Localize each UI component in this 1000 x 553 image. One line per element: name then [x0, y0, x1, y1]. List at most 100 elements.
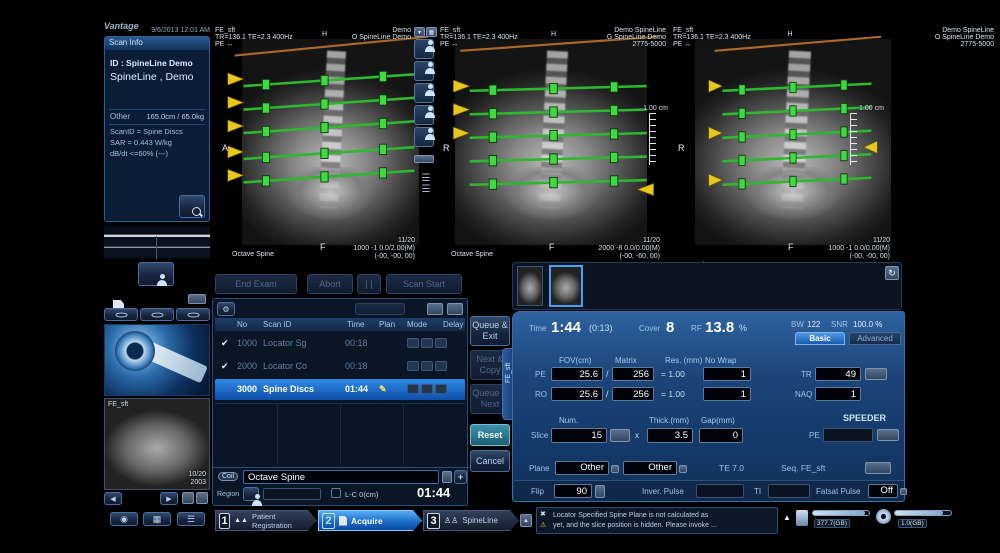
- pe-nowrap-field[interactable]: [703, 367, 751, 381]
- tr-field[interactable]: [815, 367, 861, 381]
- coil-option-2-button[interactable]: [140, 308, 174, 321]
- utility-button[interactable]: ☰: [177, 512, 205, 526]
- region-body-button[interactable]: [243, 487, 259, 501]
- ro-matrix-field[interactable]: [612, 387, 654, 401]
- anatomy-spine-button[interactable]: [414, 83, 434, 103]
- viewport-1[interactable]: FE_sft TR=136.1 TE=2.3 400Hz PE ↔ H Demo…: [212, 25, 437, 260]
- lc-checkbox[interactable]: [331, 488, 341, 498]
- row-scan-id: Locator Sg: [263, 338, 307, 348]
- gap-field[interactable]: [699, 428, 743, 443]
- slice-field[interactable]: [551, 428, 607, 443]
- pe-fov-field[interactable]: [551, 367, 603, 381]
- queue-row-2[interactable]: ✔ 2000 Locator Co 00:18: [215, 356, 465, 377]
- power-button[interactable]: ◉: [110, 512, 138, 526]
- queue-option-button[interactable]: [355, 303, 405, 315]
- slice-overlay[interactable]: [695, 25, 891, 260]
- naq-field[interactable]: [815, 387, 861, 401]
- up-arrow-icon: ▲: [523, 517, 529, 524]
- scan-info-panel: Scan Info ID : SpineLine Demo SpineLine …: [104, 36, 210, 313]
- plane2-dropdown-button[interactable]: [679, 465, 687, 473]
- slice-overlay[interactable]: [437, 25, 670, 260]
- queue-small-2-button[interactable]: [447, 303, 463, 315]
- alert-up-icon[interactable]: ▲: [783, 513, 791, 522]
- queue-exit-button[interactable]: Queue & Exit: [470, 316, 510, 346]
- ro-fov-field[interactable]: [551, 387, 603, 401]
- collapse-chip[interactable]: [188, 294, 206, 304]
- exam-mini-table: [104, 226, 210, 260]
- tab-basic[interactable]: Basic: [795, 332, 845, 345]
- queue-row-1[interactable]: ✔ 1000 Locator Sg 00:18: [215, 333, 465, 354]
- zoom-search-button[interactable]: [179, 195, 205, 218]
- thick-field[interactable]: [647, 428, 693, 443]
- ro-nowrap-field[interactable]: [703, 387, 751, 401]
- slice-option-button[interactable]: [610, 429, 630, 442]
- speeder-pe-select[interactable]: [823, 428, 873, 442]
- warning-icon: ⚠: [540, 522, 547, 529]
- patient-position-button[interactable]: [138, 262, 174, 286]
- strip-thumb-1[interactable]: [517, 266, 543, 306]
- fatsat-select[interactable]: Off: [868, 484, 898, 498]
- tab-expand-button[interactable]: ▲: [520, 514, 532, 527]
- inver-pulse-field[interactable]: [696, 484, 744, 498]
- flip-stepper[interactable]: [595, 485, 605, 498]
- tab-advanced[interactable]: Advanced: [849, 332, 901, 345]
- view-mode-2-button[interactable]: [196, 492, 208, 504]
- fatsat-dropdown-button[interactable]: [900, 488, 907, 495]
- scan-start-button[interactable]: Scan Start: [386, 274, 462, 294]
- viewport-2[interactable]: FE_sft TR=136.1 TE=2.3 400Hz PE ↔ H Demo…: [437, 25, 670, 260]
- coil-option-1-button[interactable]: [104, 308, 138, 321]
- queue-row-3-selected[interactable]: 3000 Spine Discs 01:44 ✎: [215, 379, 465, 400]
- scan-info-title: Scan Info: [105, 37, 209, 50]
- prev-image-button[interactable]: ◀: [104, 492, 122, 505]
- coil-name-input[interactable]: [243, 470, 439, 484]
- toolbar-grid-button[interactable]: ▦: [426, 27, 437, 37]
- coil-option-3-button[interactable]: [176, 308, 210, 321]
- close-icon[interactable]: ✖: [540, 510, 546, 518]
- vp-counter: 11/20: [643, 237, 660, 244]
- tab2-number: 2: [322, 513, 335, 529]
- seq-option-button[interactable]: [865, 462, 891, 474]
- tab-acquire[interactable]: 2 Acquire: [318, 510, 422, 531]
- slash: /: [606, 369, 609, 379]
- view-mode-1-button[interactable]: [182, 492, 194, 504]
- speeder-option-button[interactable]: [877, 429, 899, 441]
- anatomy-pelvis-button[interactable]: [414, 127, 434, 147]
- toolbar-more-button[interactable]: [414, 155, 434, 163]
- plane1-dropdown-button[interactable]: [611, 465, 619, 473]
- refresh-button[interactable]: ↻: [885, 266, 899, 280]
- plane1-select[interactable]: Other: [555, 461, 609, 475]
- strip-thumb-2-selected[interactable]: [549, 265, 583, 307]
- tab1-label: Patient Registration: [251, 511, 292, 530]
- slice-overlay[interactable]: [212, 25, 437, 260]
- abort-button[interactable]: Abort: [307, 274, 353, 294]
- anatomy-lumbar-button[interactable]: [414, 105, 434, 125]
- end-exam-button[interactable]: End Exam: [215, 274, 297, 294]
- queue-small-1-button[interactable]: [427, 303, 443, 315]
- series-thumbnail[interactable]: FE_sft 10/20 2003: [104, 398, 210, 490]
- ti-field[interactable]: [768, 484, 810, 498]
- tab-spineline[interactable]: 3 ♙♙ SpineLine: [423, 510, 519, 531]
- slash: /: [606, 389, 609, 399]
- plane2-select[interactable]: Other: [623, 461, 677, 475]
- region-select[interactable]: [263, 488, 321, 500]
- tr-option-button[interactable]: [865, 368, 887, 380]
- anatomy-neck-button[interactable]: [414, 61, 434, 81]
- table-control-button[interactable]: ▦: [143, 512, 171, 526]
- cancel-button[interactable]: Cancel: [470, 450, 510, 472]
- protocol-filter-button[interactable]: ⚙: [217, 302, 235, 316]
- toolbar-dropdown-button[interactable]: ▾: [414, 27, 425, 37]
- coil-aux-button[interactable]: [442, 471, 452, 483]
- vp-orientation-top: H: [787, 31, 793, 38]
- tab-patient-registration[interactable]: 1 ▲▲ Patient Registration: [215, 510, 317, 531]
- pause-button[interactable]: | |: [357, 274, 381, 294]
- reset-button[interactable]: Reset: [470, 424, 510, 446]
- coil-preview-image[interactable]: [104, 324, 210, 396]
- next-image-button[interactable]: ▶: [160, 492, 178, 505]
- add-scan-button[interactable]: +: [454, 470, 467, 484]
- refresh-icon: ↻: [888, 268, 896, 278]
- pe-matrix-field[interactable]: [612, 367, 654, 381]
- anatomy-head-button[interactable]: [414, 39, 434, 59]
- vp-coords: (-00, -60, 00): [619, 253, 660, 260]
- flip-field[interactable]: [554, 484, 592, 498]
- viewport-3[interactable]: FE_sft TR=136.1 TE=2.3 400Hz PE ↔ H Demo…: [670, 25, 1000, 269]
